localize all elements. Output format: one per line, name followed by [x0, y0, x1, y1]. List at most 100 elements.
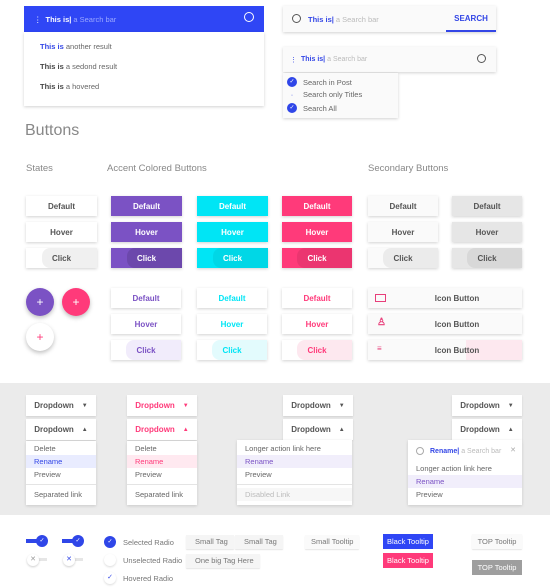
tag-small[interactable]: Small Tag	[235, 535, 283, 549]
dropdown-closed[interactable]: Dropdown ▼	[26, 395, 96, 416]
search-bar-with-button[interactable]: This is| a Search bar SEARCH	[283, 6, 496, 32]
option-search-titles[interactable]: · Search only Titles	[287, 90, 362, 99]
dropdown-closed-pink[interactable]: Dropdown ▼	[127, 395, 197, 416]
secondary-gray-click-button[interactable]: Click	[452, 248, 522, 268]
menu-search-input[interactable]: Rename| a Search bar ✕	[408, 440, 522, 462]
outline-cyan-default-button[interactable]: Default	[197, 288, 267, 308]
pink-hover-button[interactable]: Hover	[282, 222, 352, 242]
outline-cyan-click-button[interactable]: Click	[197, 340, 267, 360]
outline-purple-click-button[interactable]: Click	[111, 340, 181, 360]
fab-white[interactable]: +	[26, 323, 54, 351]
menu-item-preview[interactable]: Preview	[408, 488, 522, 501]
menu-dots-icon[interactable]: ⋮	[34, 15, 42, 24]
outline-purple-default-button[interactable]: Default	[111, 288, 181, 308]
close-icon[interactable]: ✕	[510, 446, 516, 454]
button-label: Click	[222, 253, 243, 263]
result-item[interactable]: This is a sedond result	[40, 62, 117, 71]
radio-hovered[interactable]: ✓ Hovered Radio	[104, 572, 173, 584]
label-states: States	[26, 163, 53, 174]
search-placeholder: a Search bar	[327, 56, 368, 63]
outline-pink-hover-button[interactable]: Hover	[282, 314, 352, 334]
menu-dots-icon[interactable]: ⋮	[290, 56, 297, 64]
dropdown-menu: Delete Rename Preview Separated link	[26, 441, 96, 505]
menu-item-rename[interactable]: Rename	[26, 455, 96, 468]
search-button[interactable]: SEARCH	[446, 6, 496, 32]
state-hover-button[interactable]: Hover	[26, 222, 97, 242]
outline-purple-hover-button[interactable]: Hover	[111, 314, 181, 334]
search-bar-options[interactable]: ⋮ This is| a Search bar	[283, 47, 496, 72]
secondary-gray-hover-button[interactable]: Hover	[452, 222, 522, 242]
dropdown-closed[interactable]: Dropdown ▼	[283, 395, 353, 416]
dropdown-open[interactable]: Dropdown ▲	[452, 419, 522, 440]
dropdown-open[interactable]: Dropdown ▲	[26, 419, 96, 440]
menu-item-rename[interactable]: Rename	[408, 475, 522, 488]
dropdown-closed[interactable]: Dropdown ▼	[452, 395, 522, 416]
menu-item-delete[interactable]: Delete	[127, 442, 197, 455]
dropdown-open-pink[interactable]: Dropdown ▲	[127, 419, 197, 440]
toggle-off[interactable]: ✕	[27, 554, 49, 566]
result-item[interactable]: This is another result	[40, 42, 112, 51]
fab-pink[interactable]: +	[62, 288, 90, 316]
search-input-value[interactable]: This is|	[308, 15, 334, 24]
toggle-on[interactable]: ✓	[26, 535, 48, 547]
menu-item-rename[interactable]: Rename	[127, 455, 197, 468]
menu-item-separated[interactable]: Separated link	[127, 488, 197, 501]
divider	[237, 484, 352, 485]
outline-pink-default-button[interactable]: Default	[282, 288, 352, 308]
mail-icon	[375, 294, 386, 302]
result-item[interactable]: This is a hovered	[40, 82, 99, 91]
button-label: Hover	[305, 319, 329, 329]
tag-small[interactable]: Small Tag	[186, 535, 234, 549]
purple-hover-button[interactable]: Hover	[111, 222, 182, 242]
menu-item-separated[interactable]: Separated link	[26, 488, 96, 501]
icon-button-user[interactable]: ♙ Icon Button	[368, 314, 522, 334]
check-icon: ✓	[287, 103, 297, 113]
fab-purple[interactable]: +	[26, 288, 54, 316]
radio-selected[interactable]: ✓ Selected Radio	[104, 536, 174, 548]
purple-default-button[interactable]: Default	[111, 196, 182, 216]
secondary-light-hover-button[interactable]: Hover	[368, 222, 438, 242]
icon-button-list[interactable]: ≡ Icon Button	[368, 340, 522, 360]
menu-item-disabled: Disabled Link	[237, 488, 352, 501]
pink-default-button[interactable]: Default	[282, 196, 352, 216]
cyan-hover-button[interactable]: Hover	[197, 222, 268, 242]
state-default-button[interactable]: Default	[26, 196, 97, 216]
button-label: Hover	[135, 227, 158, 237]
x-icon: ✕	[27, 554, 39, 566]
search-input-value[interactable]: This is|	[301, 56, 325, 63]
caret-down-icon: ▼	[81, 402, 88, 409]
secondary-gray-default-button[interactable]: Default	[452, 196, 522, 216]
button-label: Click	[136, 253, 157, 263]
cyan-click-button[interactable]: Click	[197, 248, 268, 268]
secondary-light-click-button[interactable]: Click	[368, 248, 438, 268]
purple-click-button[interactable]: Click	[111, 248, 182, 268]
outline-pink-click-button[interactable]: Click	[282, 340, 352, 360]
caret-up-icon: ▲	[338, 426, 345, 433]
tag-big[interactable]: One big Tag Here	[186, 554, 260, 568]
search-input-value[interactable]: This is|	[46, 15, 72, 24]
menu-item-longer[interactable]: Longer action link here	[237, 442, 352, 455]
icon-button-mail[interactable]: Icon Button	[368, 288, 522, 308]
menu-item-preview[interactable]: Preview	[237, 468, 352, 481]
radio-unselected[interactable]: Unselected Radio	[104, 554, 182, 566]
dropdown-open[interactable]: Dropdown ▲	[283, 419, 353, 440]
menu-item-delete[interactable]: Delete	[26, 442, 96, 455]
menu-item-preview[interactable]: Preview	[26, 468, 96, 481]
search-icon[interactable]	[477, 54, 486, 63]
menu-item-longer[interactable]: Longer action link here	[408, 462, 522, 475]
option-search-in-post[interactable]: ✓ Search in Post	[287, 77, 352, 87]
outline-cyan-hover-button[interactable]: Hover	[197, 314, 267, 334]
menu-item-rename[interactable]: Rename	[237, 455, 352, 468]
pink-click-button[interactable]: Click	[282, 248, 352, 268]
toggle-on[interactable]: ✓	[62, 535, 84, 547]
cyan-default-button[interactable]: Default	[197, 196, 268, 216]
secondary-light-default-button[interactable]: Default	[368, 196, 438, 216]
option-search-all[interactable]: ✓ Search All	[287, 103, 337, 113]
button-label: Default	[473, 201, 501, 211]
search-bar-primary[interactable]: ⋮ This is| a Search bar	[24, 6, 264, 32]
search-icon[interactable]	[244, 12, 254, 22]
search-icon	[416, 447, 424, 455]
state-click-button[interactable]: Click	[26, 248, 97, 268]
menu-item-preview[interactable]: Preview	[127, 468, 197, 481]
toggle-off[interactable]: ✕	[63, 554, 85, 566]
